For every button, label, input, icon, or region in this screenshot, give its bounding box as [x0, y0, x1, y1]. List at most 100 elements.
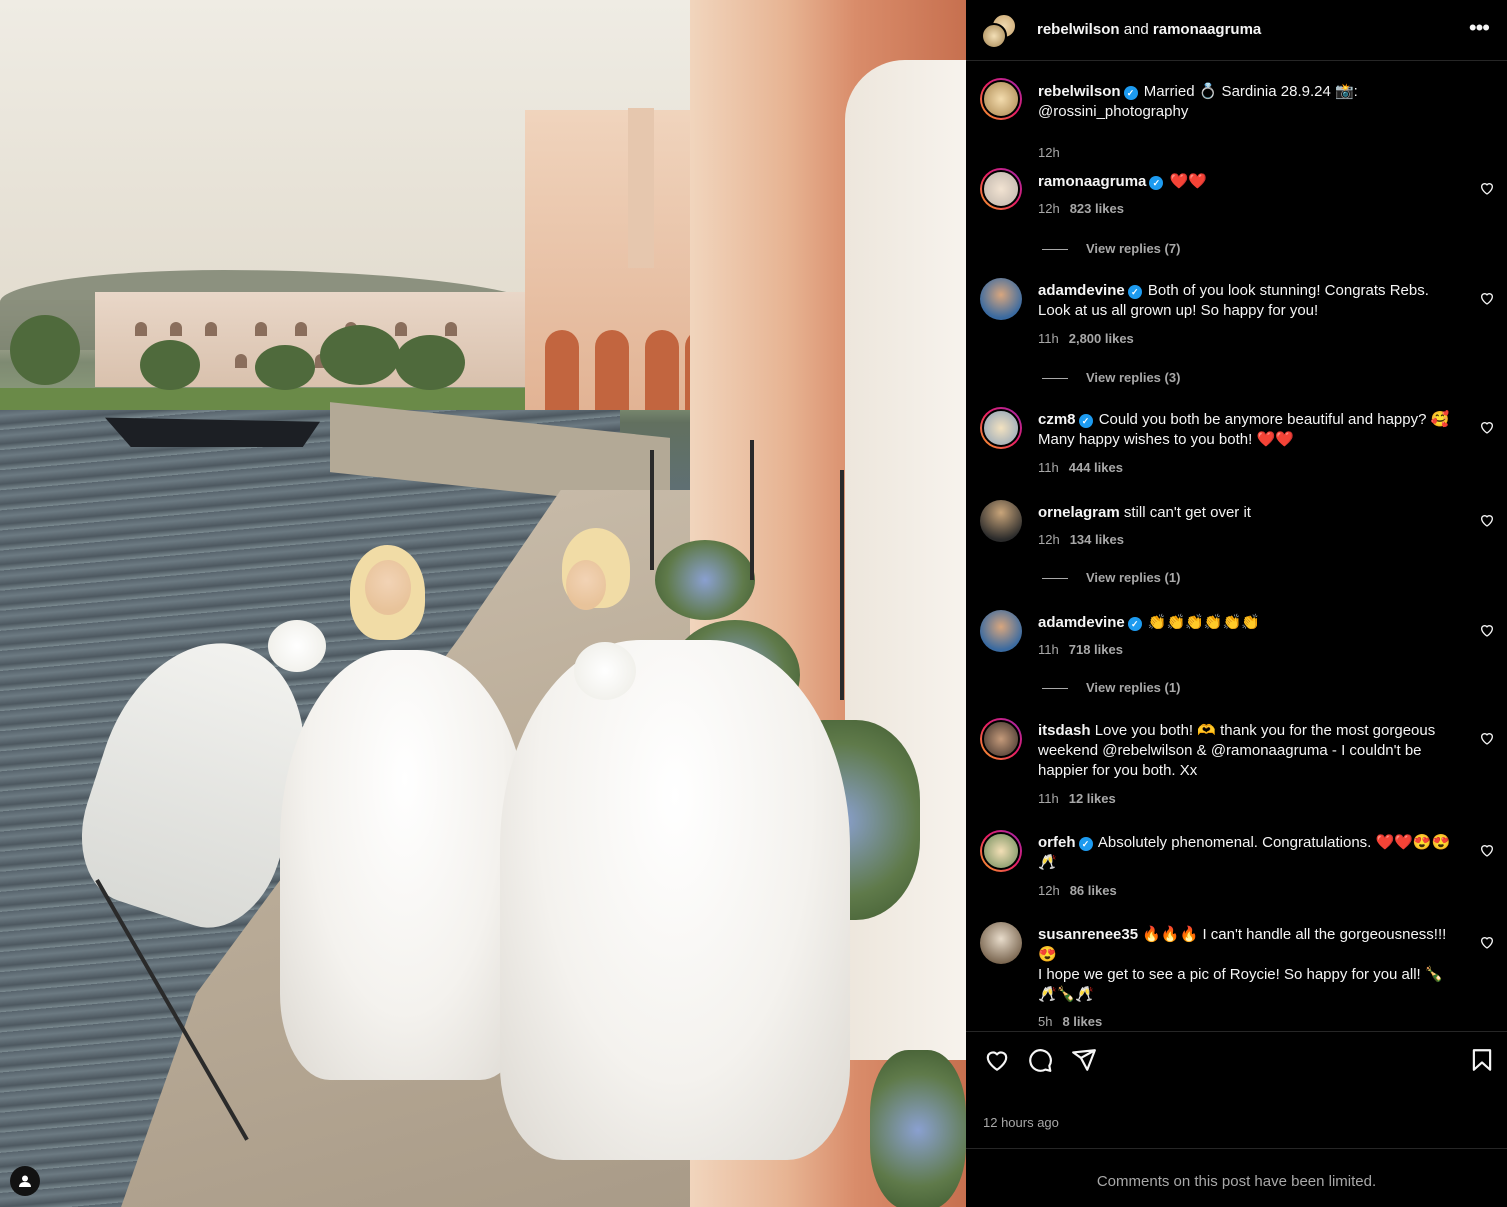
- tree: [140, 340, 200, 390]
- replies-label: View replies (1): [1086, 680, 1181, 695]
- comment-likes[interactable]: 823 likes: [1070, 201, 1124, 216]
- header-title: rebelwilson and ramonaagruma: [1037, 21, 1261, 38]
- comment-text: adamdevine ✓ Both of you look stunning! C…: [1038, 281, 1458, 321]
- comment-likes[interactable]: 8 likes: [1062, 1014, 1102, 1029]
- view-replies[interactable]: View replies (3): [1042, 370, 1180, 385]
- comment-time: 12h: [1038, 883, 1060, 898]
- bookmark-icon[interactable]: [1469, 1047, 1495, 1073]
- railing: [750, 440, 754, 580]
- comment-meta: 5h 8 likes: [1038, 1014, 1102, 1029]
- avatar[interactable]: [980, 168, 1022, 210]
- user-tag-icon[interactable]: [10, 1166, 40, 1196]
- plant: [870, 1050, 966, 1207]
- replies-line: [1042, 249, 1068, 251]
- comments-list[interactable]: rebelwilson ✓ Married 💍 Sardinia 28.9.24 …: [966, 62, 1507, 1030]
- tree: [10, 315, 80, 385]
- avatar[interactable]: [980, 830, 1022, 872]
- post-header: rebelwilson and ramonaagruma •••: [966, 0, 1507, 61]
- comment-username[interactable]: orfeh: [1038, 834, 1076, 851]
- railing: [840, 470, 844, 700]
- header-and: and: [1119, 21, 1153, 38]
- avatar[interactable]: [980, 278, 1022, 320]
- bride-left: [280, 650, 530, 1080]
- comment-username[interactable]: czm8: [1038, 411, 1076, 428]
- caption-text: rebelwilson ✓ Married 💍 Sardinia 28.9.24 …: [1038, 82, 1458, 122]
- comment-text: susanrenee35 🔥🔥🔥 I can't handle all the …: [1038, 925, 1458, 1005]
- comment-meta: 11h 2,800 likes: [1038, 331, 1134, 346]
- heart-icon[interactable]: [1479, 419, 1495, 435]
- replies-label: View replies (7): [1086, 241, 1181, 256]
- caption-username[interactable]: rebelwilson: [1038, 83, 1121, 100]
- comment-text: ornelagram still can't get over it: [1038, 503, 1458, 523]
- replies-line: [1042, 378, 1068, 380]
- heart-icon[interactable]: [1479, 622, 1495, 638]
- heart-icon[interactable]: [1479, 842, 1495, 858]
- comment-time: 12h: [1038, 532, 1060, 547]
- action-bar: [966, 1031, 1507, 1091]
- bride-right: [500, 640, 850, 1160]
- verified-badge-icon: ✓: [1149, 176, 1164, 190]
- comment-body: Could you both be anymore beautiful and …: [1038, 411, 1450, 448]
- heart-icon[interactable]: [1479, 730, 1495, 746]
- comment-text: adamdevine ✓ 👏👏👏👏👏👏: [1038, 613, 1458, 633]
- post-sidebar: rebelwilson and ramonaagruma ••• rebelwi…: [966, 0, 1507, 1207]
- collab-avatars[interactable]: [981, 13, 1021, 49]
- comment-username[interactable]: adamdevine: [1038, 614, 1125, 631]
- tree: [255, 345, 315, 390]
- heart-icon[interactable]: [984, 1047, 1010, 1073]
- comment-body: ❤️❤️: [1169, 173, 1207, 190]
- view-replies[interactable]: View replies (1): [1042, 570, 1180, 585]
- comment-meta: 11h 718 likes: [1038, 642, 1123, 657]
- comment-time: 11h: [1038, 331, 1059, 346]
- avatar[interactable]: [980, 610, 1022, 652]
- face: [365, 560, 411, 615]
- comment-likes[interactable]: 12 likes: [1069, 791, 1116, 806]
- avatar[interactable]: [980, 718, 1022, 760]
- heart-icon[interactable]: [1479, 290, 1495, 306]
- comment-username[interactable]: ornelagram: [1038, 504, 1120, 521]
- railing: [650, 450, 654, 570]
- avatar[interactable]: [980, 78, 1022, 120]
- comment-body: still can't get over it: [1123, 504, 1251, 521]
- comment-body: Love you both! 🫶 thank you for the most …: [1038, 722, 1436, 779]
- avatar[interactable]: [980, 407, 1022, 449]
- heart-icon[interactable]: [1479, 512, 1495, 528]
- share-icon[interactable]: [1071, 1047, 1097, 1073]
- header-user2[interactable]: ramonaagruma: [1153, 21, 1261, 38]
- comment-username[interactable]: ramonaagruma: [1038, 173, 1146, 190]
- comment-time: 11h: [1038, 460, 1059, 475]
- comment-likes[interactable]: 134 likes: [1070, 532, 1124, 547]
- comment-icon[interactable]: [1027, 1047, 1053, 1073]
- post-photo[interactable]: [0, 0, 966, 1207]
- post-timestamp[interactable]: 12 hours ago: [983, 1115, 1059, 1130]
- replies-label: View replies (1): [1086, 570, 1181, 585]
- comment-time: 11h: [1038, 791, 1059, 806]
- comment-username[interactable]: susanrenee35: [1038, 926, 1138, 943]
- comment-text: orfeh ✓ Absolutely phenomenal. Congratula…: [1038, 833, 1458, 873]
- comment-likes[interactable]: 86 likes: [1070, 883, 1117, 898]
- verified-badge-icon: ✓: [1127, 285, 1142, 299]
- comment-text: itsdash Love you both! 🫶 thank you for t…: [1038, 721, 1458, 781]
- view-replies[interactable]: View replies (7): [1042, 241, 1180, 256]
- comment-username[interactable]: itsdash: [1038, 722, 1091, 739]
- avatar: [981, 23, 1007, 49]
- caption-time: 12h: [1038, 145, 1060, 160]
- replies-line: [1042, 578, 1068, 580]
- comment-likes[interactable]: 718 likes: [1069, 642, 1123, 657]
- avatar[interactable]: [980, 922, 1022, 964]
- tree: [320, 325, 400, 385]
- comment-meta: 12h 134 likes: [1038, 532, 1124, 547]
- more-icon[interactable]: •••: [1469, 17, 1490, 39]
- heart-icon[interactable]: [1479, 180, 1495, 196]
- comment-likes[interactable]: 444 likes: [1069, 460, 1123, 475]
- header-user1[interactable]: rebelwilson: [1037, 21, 1120, 38]
- heart-icon[interactable]: [1479, 934, 1495, 950]
- comment-likes[interactable]: 2,800 likes: [1069, 331, 1134, 346]
- comment-username[interactable]: adamdevine: [1038, 282, 1125, 299]
- comment-body: Absolutely phenomenal. Congratulations. …: [1038, 834, 1451, 871]
- comments-limited-notice: Comments on this post have been limited.: [966, 1148, 1507, 1207]
- comment-time: 11h: [1038, 642, 1059, 657]
- avatar[interactable]: [980, 500, 1022, 542]
- comment-meta: 11h 12 likes: [1038, 791, 1116, 806]
- view-replies[interactable]: View replies (1): [1042, 680, 1180, 695]
